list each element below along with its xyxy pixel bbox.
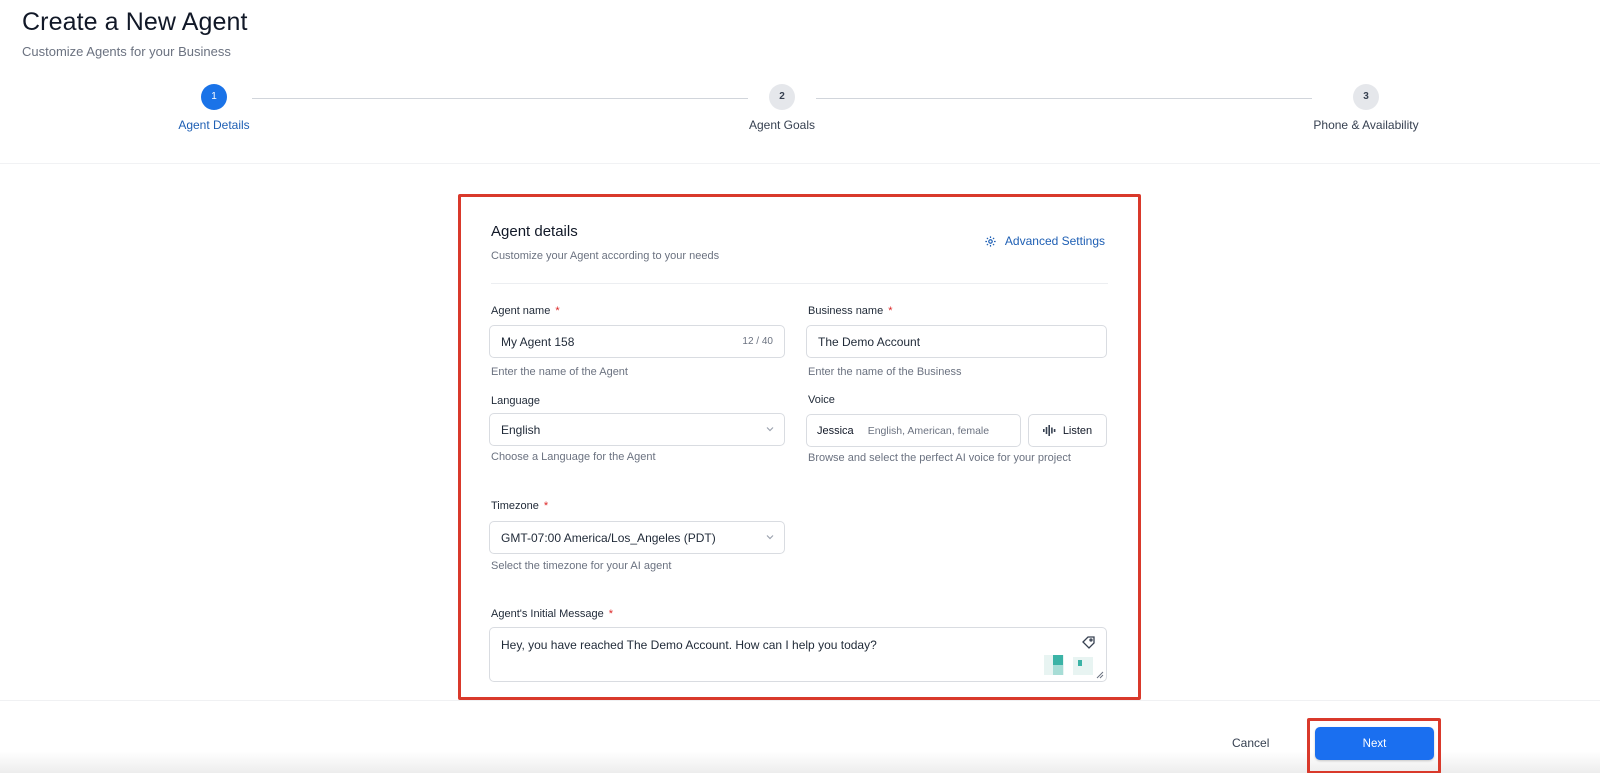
agent-name-value: My Agent 158: [501, 334, 575, 349]
page-header: Create a New Agent Customize Agents for …: [22, 8, 248, 59]
initial-message-label: Agent's Initial Message *: [491, 608, 614, 620]
form-highlight-frame: Agent details Customize your Agent accor…: [458, 194, 1141, 700]
initial-message-value: Hey, you have reached The Demo Account. …: [501, 638, 877, 652]
listen-button[interactable]: Listen: [1028, 414, 1107, 447]
agent-name-input[interactable]: My Agent 158 12 / 40: [489, 325, 785, 358]
required-marker: *: [608, 608, 614, 620]
agent-details-card: Agent details Customize your Agent accor…: [462, 198, 1137, 696]
language-value: English: [501, 422, 541, 437]
business-name-value: The Demo Account: [818, 334, 921, 349]
chevron-down-icon: [766, 427, 774, 432]
step-connector: [252, 98, 748, 99]
chevron-down-icon: [766, 535, 774, 540]
business-name-label: Business name *: [808, 305, 893, 317]
step-agent-details[interactable]: 1 Agent Details: [134, 84, 294, 132]
gear-icon: [985, 235, 996, 247]
step-label: Agent Details: [178, 118, 250, 132]
timezone-help: Select the timezone for your AI agent: [491, 560, 672, 572]
step-label: Agent Goals: [748, 118, 816, 132]
required-marker: *: [555, 305, 560, 317]
required-marker: *: [888, 305, 893, 317]
required-marker: *: [543, 500, 549, 512]
section-divider: [491, 283, 1108, 284]
step-number: 1: [201, 84, 227, 110]
voice-description: English, American, female: [867, 424, 990, 437]
footer-bar: Cancel Next: [0, 700, 1600, 773]
resize-handle-icon[interactable]: [1096, 671, 1104, 679]
initial-message-textarea[interactable]: Hey, you have reached The Demo Account. …: [489, 627, 1107, 682]
step-label: Phone & Availability: [1313, 118, 1419, 132]
step-number: 3: [1353, 84, 1379, 110]
business-name-help: Enter the name of the Business: [808, 366, 962, 378]
advanced-settings-link[interactable]: Advanced Settings: [984, 234, 1105, 248]
page-subtitle: Customize Agents for your Business: [22, 44, 231, 59]
advanced-settings-label: Advanced Settings: [1004, 234, 1105, 248]
cancel-button[interactable]: Cancel: [1232, 736, 1269, 750]
language-select[interactable]: English: [489, 413, 785, 446]
card-subtitle: Customize your Agent according to your n…: [491, 250, 720, 262]
voice-name: Jessica: [817, 424, 854, 437]
card-title: Agent details: [491, 223, 578, 240]
agent-name-label: Agent name *: [491, 305, 560, 317]
voice-selector[interactable]: Jessica English, American, female: [806, 414, 1021, 447]
agent-name-help: Enter the name of the Agent: [491, 366, 628, 378]
language-help: Choose a Language for the Agent: [491, 451, 656, 463]
step-phone-availability[interactable]: 3 Phone & Availability: [1286, 84, 1446, 132]
step-number: 2: [769, 84, 795, 110]
variable-tag-icon[interactable]: [1044, 635, 1096, 675]
business-name-input[interactable]: The Demo Account: [806, 325, 1107, 358]
character-counter: 12 / 40: [742, 336, 773, 347]
audio-wave-icon: [1042, 425, 1056, 436]
voice-help: Browse and select the perfect AI voice f…: [808, 452, 1071, 464]
language-label: Language: [491, 395, 540, 407]
timezone-value: GMT-07:00 America/Los_Angeles (PDT): [501, 530, 716, 545]
page-title: Create a New Agent: [22, 8, 248, 36]
step-connector: [816, 98, 1312, 99]
progress-stepper: 1 Agent Details 2 Agent Goals 3 Phone & …: [0, 84, 1600, 164]
timezone-label: Timezone *: [491, 500, 549, 512]
textarea-tools: [1044, 635, 1096, 675]
next-button[interactable]: Next: [1315, 727, 1434, 760]
timezone-select[interactable]: GMT-07:00 America/Los_Angeles (PDT): [489, 521, 785, 554]
listen-label: Listen: [1062, 424, 1093, 437]
step-agent-goals[interactable]: 2 Agent Goals: [702, 84, 862, 132]
voice-label: Voice: [808, 394, 835, 406]
next-highlight-frame: Next: [1307, 718, 1441, 773]
